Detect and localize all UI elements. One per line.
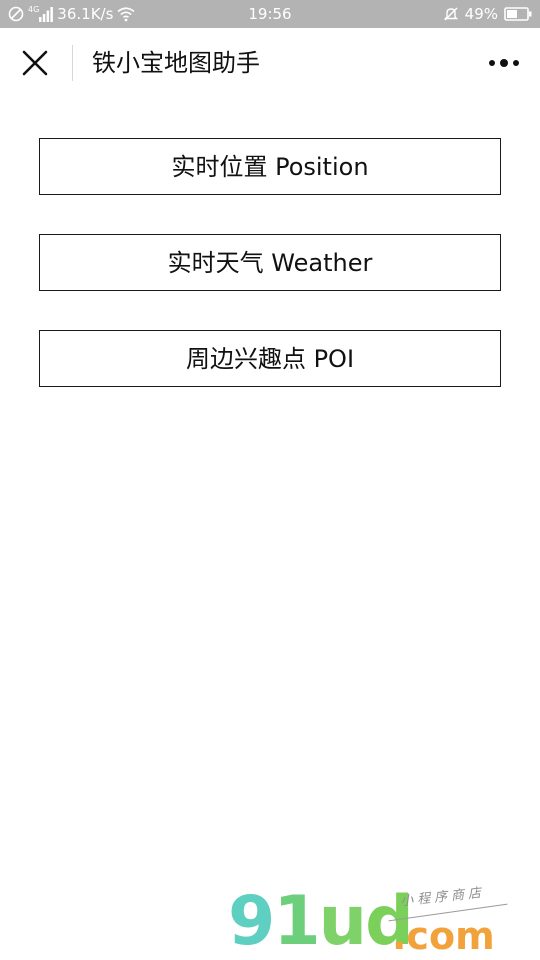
watermark-domain: .com: [392, 914, 495, 958]
poi-button[interactable]: 周边兴趣点 POI: [39, 330, 501, 387]
menu-list: 实时位置 Position 实时天气 Weather 周边兴趣点 POI: [39, 138, 501, 426]
watermark-tagline: 小程序商店: [399, 885, 486, 910]
close-icon: [22, 50, 48, 76]
more-button[interactable]: [484, 48, 524, 78]
weather-button[interactable]: 实时天气 Weather: [39, 234, 501, 291]
close-button[interactable]: [16, 44, 54, 82]
status-right: 49%: [443, 4, 532, 24]
watermark-digits: 91ud: [228, 888, 414, 956]
watermark-logo: 91ud 小程序商店 .com: [228, 886, 528, 956]
battery-percent: 49%: [464, 5, 498, 23]
mini-program-page: 4G 36.1K/s 19:56 49% 铁小宝地图助手 实时位置 Positi…: [0, 0, 540, 960]
more-icon: [489, 59, 519, 67]
watermark-digit-9: 9: [228, 882, 275, 960]
mute-icon: [443, 7, 458, 21]
nav-divider: [72, 45, 73, 81]
nav-bar: 铁小宝地图助手: [0, 28, 540, 98]
status-bar: 4G 36.1K/s 19:56 49%: [0, 0, 540, 28]
page-title: 铁小宝地图助手: [92, 49, 260, 77]
position-button[interactable]: 实时位置 Position: [39, 138, 501, 195]
watermark-digit-1: 1: [273, 882, 320, 960]
watermark-letter-u: u: [318, 882, 367, 960]
battery-icon: [504, 7, 532, 21]
